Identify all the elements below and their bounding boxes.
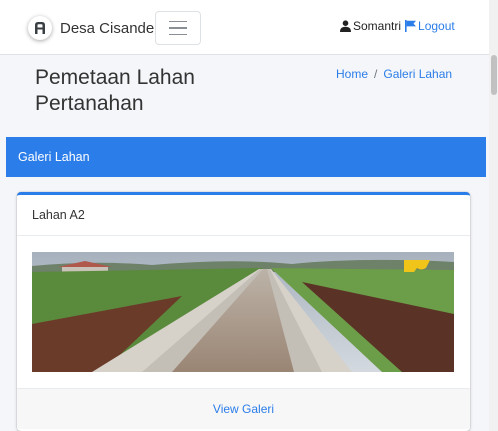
brand-name: Desa Cisande (60, 19, 155, 37)
card-footer: View Galeri (17, 388, 470, 429)
gallery-card: Lahan A2 View Galeri (17, 192, 470, 431)
scrollbar-thumb[interactable] (491, 55, 497, 95)
card-header: Lahan A2 (17, 195, 470, 236)
section-title-bar: Galeri Lahan (6, 137, 486, 177)
breadcrumb-separator: / (374, 67, 378, 81)
content-header: Pemetaan Lahan Pertanahan Home / Galeri La… (0, 55, 498, 137)
page-title: Pemetaan Lahan Pertanahan (35, 66, 195, 115)
flag-icon (405, 20, 417, 32)
logout-link[interactable]: Logout (418, 19, 455, 33)
brand[interactable]: Desa Cisande (28, 16, 154, 40)
hamburger-icon[interactable] (155, 11, 201, 45)
user-area: Somantri Logout (340, 19, 455, 33)
breadcrumb: Home / Galeri Lahan (336, 67, 452, 81)
view-gallery-link[interactable]: View Galeri (213, 402, 274, 416)
land-photo[interactable] (32, 252, 454, 372)
user-name: Somantri (353, 19, 402, 33)
section-title: Galeri Lahan (18, 150, 90, 164)
brand-logo-icon (28, 16, 52, 40)
user-icon (340, 20, 351, 32)
card-title: Lahan A2 (32, 208, 85, 222)
breadcrumb-current[interactable]: Galeri Lahan (383, 67, 452, 81)
top-navbar: Desa Cisande Somantri Logout (0, 0, 498, 55)
breadcrumb-home[interactable]: Home (336, 67, 368, 81)
